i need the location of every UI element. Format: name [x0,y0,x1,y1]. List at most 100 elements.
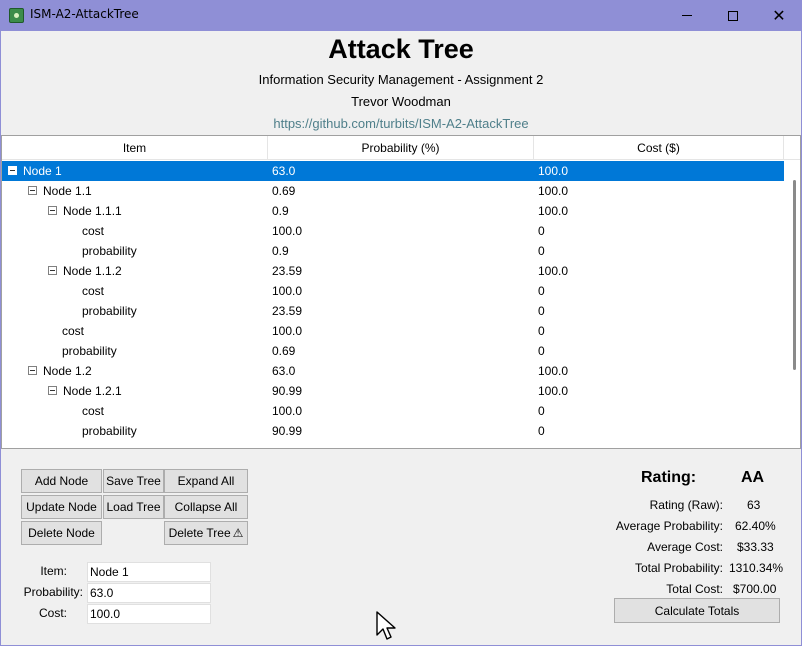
total-cost-label: Total Cost: [666,582,723,596]
repo-link[interactable]: https://github.com/turbits/ISM-A2-Attack… [1,116,801,131]
tree-cost-cell: 0 [538,244,545,258]
minimize-button[interactable] [664,0,710,31]
tree-cost-cell: 100.0 [538,264,569,278]
collapse-toggle-icon[interactable] [28,186,37,196]
probability-input[interactable]: 63.0 [87,583,211,603]
tree-item-label: cost [82,224,105,238]
item-input[interactable]: Node 1 [87,562,211,582]
tree-row[interactable]: Node 1.1.1 0.9 100.0 [2,201,784,221]
tree-row[interactable]: probability 23.59 0 [2,301,784,321]
close-icon: ✕ [772,5,786,25]
tree-cost-cell: 0 [538,344,545,358]
delete-node-button[interactable]: Delete Node [21,521,102,545]
tree-item-cell: probability [82,421,137,441]
maximize-button[interactable] [710,0,756,31]
tree-cost-cell: 0 [538,424,545,438]
tree-item-cell: cost [82,281,104,301]
tree-cost-cell: 0 [538,404,545,418]
average-probability-label: Average Probability: [615,519,723,533]
tree-probability-cell: 0.9 [272,244,289,258]
app-tree-icon [9,8,24,23]
column-header-probability[interactable]: Probability (%) [268,136,534,160]
tree-probability-cell: 23.59 [272,264,303,278]
average-cost-value: $33.33 [737,540,774,554]
add-node-button[interactable]: Add Node [21,469,102,493]
delete-tree-label: Delete Tree [168,526,231,540]
tree-row[interactable]: probability 0.69 0 [2,341,784,361]
tree-item-label: Node 1.1.1 [63,204,122,218]
tree-item-label: probability [82,304,137,318]
tree-cost-cell: 0 [538,324,545,338]
tree-item-cell: probability [82,301,137,321]
scrollbar-thumb[interactable] [793,180,796,370]
tree-row[interactable]: cost 100.0 0 [2,321,784,341]
total-cost-value: $700.00 [733,582,777,596]
page-title: Attack Tree [328,34,474,64]
tree-item-cell: Node 1.1.2 [48,261,122,281]
tree-cost-cell: 0 [538,284,545,298]
tree-item-label: Node 1.2.1 [63,384,122,398]
tree-item-cell: Node 1.2 [28,361,92,381]
tree-row[interactable]: cost 100.0 0 [2,401,784,421]
rating-label: Rating: [641,469,697,486]
tree-item-cell: cost [82,401,104,421]
tree-cost-cell: 0 [538,304,545,318]
tree-probability-cell: 0.69 [272,184,296,198]
tree-row[interactable]: Node 1.2.1 90.99 100.0 [2,381,784,401]
tree-probability-cell: 63.0 [272,164,296,178]
tree-probability-cell: 63.0 [272,364,296,378]
cost-label: Cost: [38,606,67,620]
close-button[interactable]: ✕ [756,0,802,31]
tree-cost-cell: 100.0 [538,384,569,398]
tree-probability-cell: 0.69 [272,344,296,358]
load-tree-button[interactable]: Load Tree [103,495,164,519]
collapse-toggle-icon[interactable] [28,366,37,376]
tree-item-cell: cost [62,321,84,341]
collapse-toggle-icon[interactable] [48,266,57,276]
tree-row[interactable]: probability 0.9 0 [2,241,784,261]
tree-item-label: Node 1.1.2 [63,264,122,278]
tree-cost-cell: 100.0 [538,164,569,178]
total-probability-value: 1310.34% [729,561,784,575]
tree-cost-cell: 0 [538,224,545,238]
tree-probability-cell: 100.0 [272,224,303,238]
item-label: Item: [40,564,67,578]
rating-value: AA [741,469,765,486]
tree-probability-cell: 100.0 [272,404,303,418]
tree-item-label: Node 1 [23,164,62,178]
tree-rows: Node 1 63.0 100.0 Node 1.1 0.69 100.0 Node 1.1… [2,161,784,441]
attack-tree-view[interactable]: Item Probability (%) Cost ($) Node 1 63.0… [1,135,801,449]
tree-row[interactable]: Node 1 63.0 100.0 [2,161,784,181]
update-node-button[interactable]: Update Node [21,495,102,519]
delete-tree-button[interactable]: Delete Tree ⚠ [164,521,248,545]
expand-all-button[interactable]: Expand All [164,469,248,493]
collapse-toggle-icon[interactable] [8,166,17,176]
collapse-toggle-icon[interactable] [48,386,57,396]
tree-item-label: cost [62,324,85,338]
tree-scrollbar[interactable] [790,160,800,448]
tree-probability-cell: 23.59 [272,304,303,318]
tree-item-label: probability [82,244,137,258]
tree-item-label: Node 1.2 [43,364,92,378]
tree-row[interactable]: probability 90.99 0 [2,421,784,441]
calculate-totals-button[interactable]: Calculate Totals [614,598,780,623]
tree-row[interactable]: Node 1.1 0.69 100.0 [2,181,784,201]
cost-input[interactable]: 100.0 [87,604,211,624]
rating-raw-value: 63 [747,498,761,512]
window-title: ISM-A2-AttackTree [30,7,139,21]
collapse-toggle-icon[interactable] [48,206,57,216]
tree-probability-cell: 90.99 [272,424,303,438]
save-tree-button[interactable]: Save Tree [103,469,164,493]
tree-probability-cell: 100.0 [272,284,303,298]
tree-row[interactable]: cost 100.0 0 [2,221,784,241]
tree-item-cell: Node 1.1 [28,181,92,201]
tree-row[interactable]: cost 100.0 0 [2,281,784,301]
tree-row[interactable]: Node 1.1.2 23.59 100.0 [2,261,784,281]
tree-row[interactable]: Node 1.2 63.0 100.0 [2,361,784,381]
main-panel: Attack Tree Information Security Managem… [1,31,801,645]
column-header-item[interactable]: Item [2,136,268,160]
title-bar[interactable]: ISM-A2-AttackTree ✕ [0,0,802,31]
collapse-all-button[interactable]: Collapse All [164,495,248,519]
column-header-cost[interactable]: Cost ($) [534,136,784,160]
tree-probability-cell: 0.9 [272,204,289,218]
